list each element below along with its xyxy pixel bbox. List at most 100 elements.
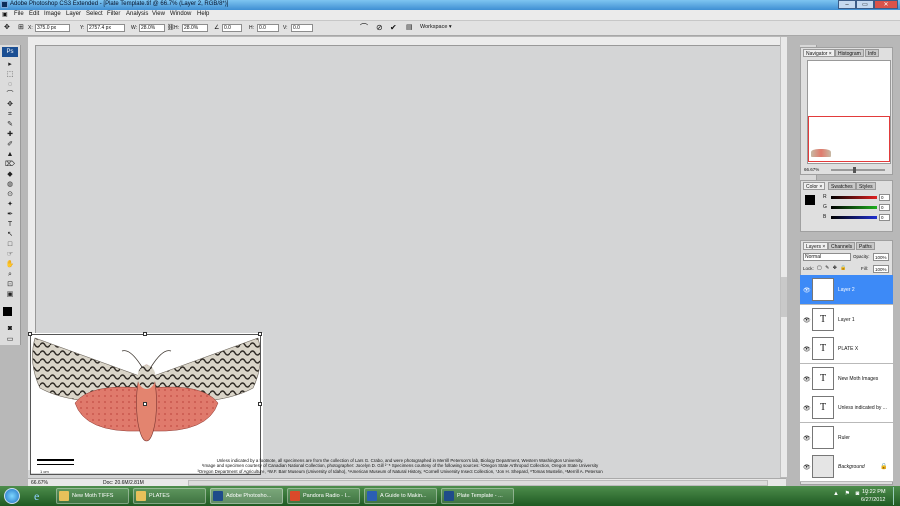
vertical-scrollbar[interactable] — [780, 37, 787, 477]
ps-menu-icon[interactable]: ▣ — [2, 11, 10, 19]
tool-icon[interactable]: ↖ — [4, 231, 16, 239]
menu-analysis[interactable]: Analysis — [126, 11, 148, 17]
tab-channels[interactable]: Channels — [828, 242, 856, 250]
menu-edit[interactable]: Edit — [29, 11, 39, 17]
commit-transform-icon[interactable]: ✔ — [390, 23, 400, 33]
layer-row[interactable]: 👁 Layer 2 — [800, 275, 893, 305]
tool-icon[interactable]: ⬚ — [4, 71, 16, 79]
channel-slider[interactable] — [831, 216, 877, 219]
tool-icon[interactable]: ⊙ — [4, 191, 16, 199]
tab-navigator[interactable]: Navigator × — [803, 49, 835, 57]
minimize-button[interactable]: – — [838, 0, 856, 9]
color-foreground-swatch[interactable] — [805, 195, 815, 205]
menu-filter[interactable]: Filter — [107, 11, 120, 17]
layer-name[interactable]: Ruler — [838, 435, 850, 441]
tool-icon[interactable]: T — [4, 221, 16, 229]
layers-list[interactable]: 👁 Layer 2 👁 T Layer 1 👁 T PLATE X 👁 T New Moth Ima… — [800, 275, 893, 482]
taskbar-item[interactable]: Pandora Radio - I... — [287, 488, 360, 504]
taskbar-item[interactable]: Plate Template - ... — [441, 488, 514, 504]
navigator-preview[interactable] — [807, 60, 891, 164]
workspace-menu[interactable]: Workspace ▾ — [420, 24, 452, 30]
navigator-zoom[interactable]: 66.67% — [804, 167, 819, 172]
tool-icon[interactable]: ▸ — [4, 61, 16, 69]
channel-slider[interactable] — [831, 196, 877, 199]
eye-icon[interactable]: 👁 — [803, 287, 811, 294]
horizontal-ruler[interactable] — [28, 37, 780, 46]
link-icon[interactable]: ⛓ — [167, 24, 175, 32]
tool-icon[interactable]: ◍ — [4, 181, 16, 189]
hskew-field[interactable]: 0.0 — [257, 24, 279, 32]
menu-layer[interactable]: Layer — [66, 11, 81, 17]
layer-name[interactable]: PLATE X — [838, 346, 858, 352]
clock-date[interactable]: 6/27/2012 — [861, 497, 885, 503]
taskbar-item[interactable]: PLATES — [133, 488, 206, 504]
eye-icon[interactable]: 👁 — [803, 405, 811, 412]
transform-handle[interactable] — [258, 332, 262, 336]
scroll-thumb[interactable] — [781, 277, 787, 317]
foreground-color-swatch[interactable] — [3, 307, 12, 316]
menu-view[interactable]: View — [152, 11, 165, 17]
move-tool-preset-icon[interactable]: ✥ — [4, 24, 14, 32]
tab-styles[interactable]: Styles — [856, 182, 876, 190]
height-field[interactable]: 28.0% — [182, 24, 208, 32]
channel-value[interactable]: 0 — [879, 214, 890, 221]
tab-paths[interactable]: Paths — [856, 242, 875, 250]
angle-field[interactable]: 0.0 — [222, 24, 242, 32]
eye-icon[interactable]: 👁 — [803, 376, 811, 383]
transform-handle[interactable] — [28, 332, 32, 336]
x-field[interactable]: 375.0 px — [35, 24, 70, 32]
opacity-field[interactable]: 100% — [873, 253, 889, 261]
tool-icon[interactable]: ⌗ — [4, 111, 16, 119]
tool-icon[interactable]: ⌦ — [4, 161, 16, 169]
layer-name[interactable]: New Moth Images — [838, 376, 878, 382]
navigator-zoom-slider[interactable] — [831, 167, 885, 173]
tab-info[interactable]: Info — [865, 49, 880, 57]
channel-value[interactable]: 0 — [879, 204, 890, 211]
tool-icon[interactable]: ⊡ — [4, 281, 16, 289]
warp-mode-icon[interactable]: ⌒ — [360, 23, 370, 33]
tool-icon[interactable]: ▲ — [4, 151, 16, 159]
tool-icon[interactable]: □ — [4, 241, 16, 249]
tool-icon[interactable]: ☞ — [4, 251, 16, 259]
tool-icon[interactable]: ✥ — [4, 101, 16, 109]
clock-time[interactable]: 10:22 PM — [862, 489, 886, 495]
tab-color[interactable]: Color × — [803, 182, 826, 190]
menu-file[interactable]: File — [14, 11, 24, 17]
taskbar-item[interactable]: A Guide to Makin... — [364, 488, 437, 504]
reference-point-icon[interactable]: ⊞ — [18, 24, 26, 32]
tool-icon[interactable]: ✚ — [4, 131, 16, 139]
tool-icon[interactable]: ✒ — [4, 211, 16, 219]
channel-slider[interactable] — [831, 206, 877, 209]
tool-icon[interactable]: ✎ — [4, 121, 16, 129]
tab-layers[interactable]: Layers × — [803, 242, 829, 250]
tool-icon[interactable]: ◌ — [4, 81, 16, 89]
tool-icon[interactable]: ✋ — [4, 261, 16, 269]
taskbar-item[interactable]: New Moth TIFFS — [56, 488, 129, 504]
menu-select[interactable]: Select — [86, 11, 103, 17]
layer-row[interactable]: 👁 Ruler — [800, 422, 893, 453]
start-button[interactable] — [4, 488, 20, 504]
layer-row[interactable]: 👁 T Layer 1 — [800, 304, 893, 335]
layer-row[interactable]: 👁 T New Moth Images — [800, 363, 893, 394]
lock-icons[interactable]: ▢ ✎ ✥ 🔒 — [817, 265, 848, 271]
layer-name[interactable]: Layer 2 — [838, 287, 855, 293]
eye-icon[interactable]: 👁 — [803, 317, 811, 324]
tool-icon[interactable]: ⌒ — [4, 91, 16, 99]
tool-icon[interactable]: ▣ — [4, 291, 16, 299]
layer-name[interactable]: Layer 1 — [838, 317, 855, 323]
tool-icon[interactable]: ✦ — [4, 201, 16, 209]
vskew-field[interactable]: 0.0 — [291, 24, 313, 32]
menu-image[interactable]: Image — [44, 11, 61, 17]
show-desktop-button[interactable] — [893, 487, 899, 505]
eye-icon[interactable]: 👁 — [803, 464, 811, 471]
maximize-button[interactable]: ▭ — [856, 0, 874, 9]
transform-center-handle[interactable] — [143, 402, 147, 406]
cancel-transform-icon[interactable]: ⊘ — [376, 23, 386, 33]
layer-row[interactable]: 👁 Background 🔒 — [800, 452, 893, 482]
tool-icon[interactable]: ⌕ — [4, 271, 16, 279]
menu-window[interactable]: Window — [170, 11, 191, 17]
quick-mask-icon[interactable]: ◙ — [4, 325, 16, 333]
eye-icon[interactable]: 👁 — [803, 435, 811, 442]
eye-icon[interactable]: 👁 — [803, 346, 811, 353]
layer-row[interactable]: 👁 T PLATE X — [800, 334, 893, 364]
